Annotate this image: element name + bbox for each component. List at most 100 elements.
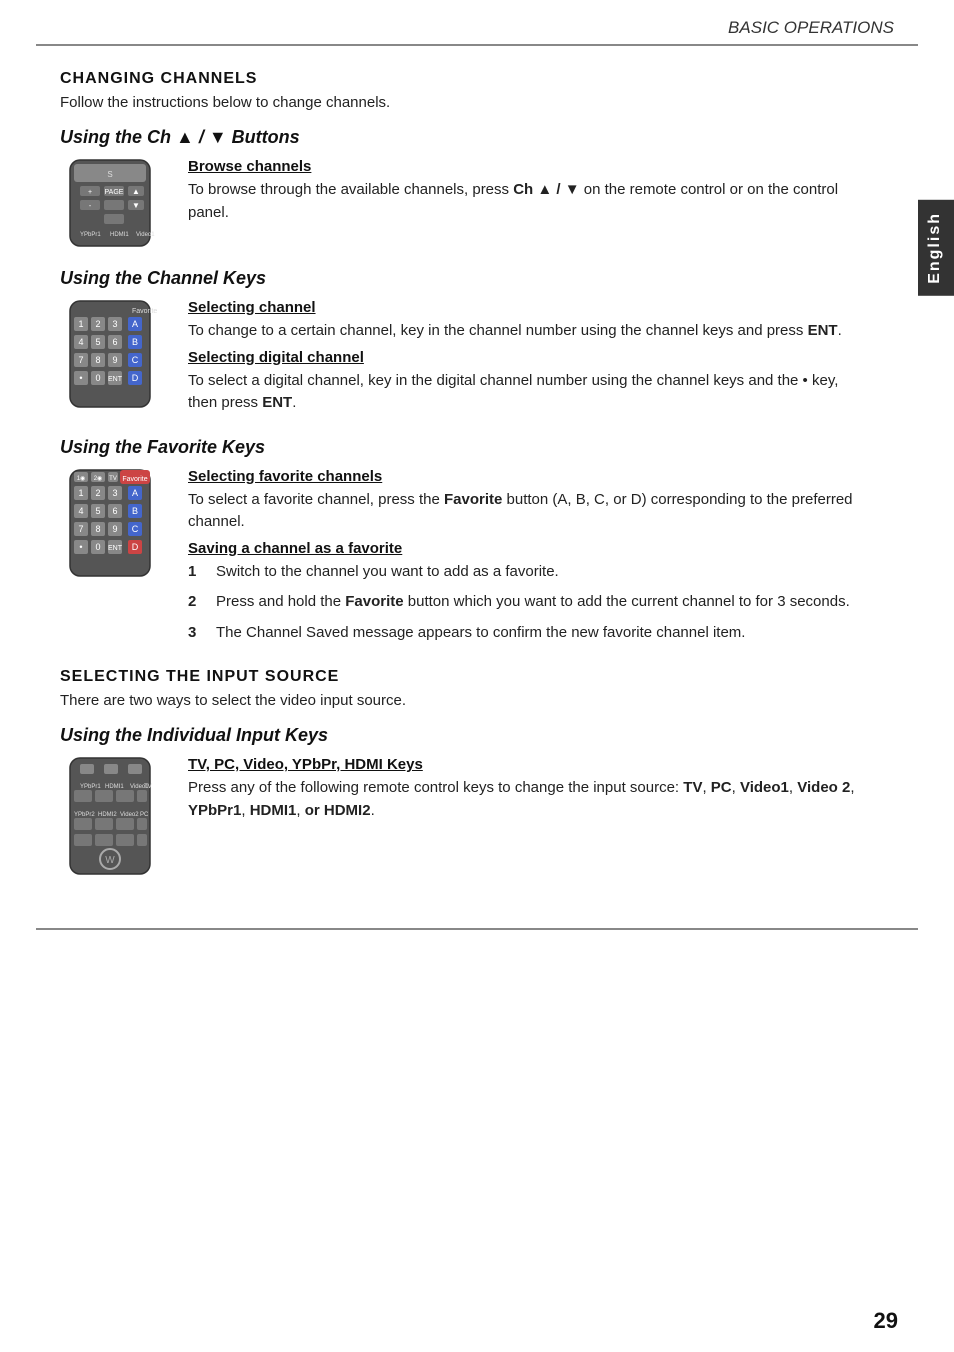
subsection-row-favorite-keys: Favorite 1◉ 2◉ TV 1 2 3 A 4 5	[60, 468, 858, 653]
step-1-num: 1	[188, 561, 216, 584]
svg-text:9: 9	[112, 355, 117, 365]
svg-text:HDMI2: HDMI2	[98, 812, 117, 818]
image-channel-keys: Favorite 1 2 3 A 4 5 6 B 7	[60, 299, 170, 413]
body-selecting-digital-channel: To select a digital channel, key in the …	[188, 370, 858, 415]
svg-text:S: S	[107, 170, 112, 179]
svg-text:4: 4	[78, 337, 83, 347]
svg-text:Video2: Video2	[120, 812, 139, 818]
svg-text:Video1: Video1	[136, 232, 155, 238]
svg-text:0: 0	[95, 373, 100, 383]
svg-text:B: B	[132, 506, 138, 516]
svg-text:HDMI1: HDMI1	[105, 784, 124, 790]
svg-text:D: D	[132, 373, 139, 383]
subsection-title-ch-buttons: Using the Ch ▲ / ▼ Buttons	[60, 127, 858, 148]
svg-text:2: 2	[95, 319, 100, 329]
section-changing-channels: CHANGING CHANNELS Follow the instruction…	[60, 70, 858, 652]
svg-text:•: •	[79, 373, 82, 383]
link-selecting-channel: Selecting channel	[188, 299, 858, 316]
subsection-title-channel-keys: Using the Channel Keys	[60, 268, 858, 289]
svg-text:HDMI1: HDMI1	[110, 232, 129, 238]
link-browse-channels: Browse channels	[188, 158, 858, 175]
svg-text:Favorite: Favorite	[122, 476, 147, 483]
subsection-channel-keys: Using the Channel Keys Favorite 1 2 3 A	[60, 268, 858, 421]
svg-text:▲: ▲	[132, 187, 140, 196]
svg-text:1◉: 1◉	[77, 476, 86, 482]
top-header: BASIC OPERATIONS	[0, 0, 954, 38]
subsection-row-individual-input: YPbPr1 HDMI1 Video1 TV YPbPr2 HDMI2	[60, 756, 858, 880]
step-2-text: Press and hold the Favorite button which…	[216, 591, 850, 614]
svg-text:PC: PC	[140, 812, 149, 818]
body-tv-pc-video-keys: Press any of the following remote contro…	[188, 777, 858, 822]
image-ch-buttons: S + PAGE ▲ -	[60, 158, 170, 252]
svg-text:TV: TV	[144, 784, 152, 790]
content-favorite-keys: Selecting favorite channels To select a …	[188, 468, 858, 653]
content-channel-keys: Selecting channel To change to a certain…	[188, 299, 858, 421]
step-2: 2 Press and hold the Favorite button whi…	[188, 591, 858, 614]
svg-text:2◉: 2◉	[94, 476, 103, 482]
saving-favorite-steps: 1 Switch to the channel you want to add …	[188, 561, 858, 645]
section-selecting-input: SELECTING THE INPUT SOURCE There are two…	[60, 668, 858, 880]
page-number: 29	[874, 1308, 898, 1334]
svg-text:PAGE: PAGE	[105, 189, 124, 196]
favorite-keys-remote-svg: Favorite 1◉ 2◉ TV 1 2 3 A 4 5	[60, 468, 160, 578]
ch-buttons-remote-svg: S + PAGE ▲ -	[60, 158, 160, 248]
svg-text:7: 7	[78, 524, 83, 534]
svg-text:C: C	[132, 524, 139, 534]
link-selecting-favorite-channels: Selecting favorite channels	[188, 468, 858, 485]
body-browse-channels: To browse through the available channels…	[188, 179, 858, 224]
svg-text:9: 9	[112, 524, 117, 534]
subsection-individual-input-keys: Using the Individual Input Keys YPbPr1	[60, 725, 858, 880]
main-content: CHANGING CHANNELS Follow the instruction…	[0, 46, 918, 920]
svg-text:W: W	[105, 855, 115, 866]
step-3-text: The Channel Saved message appears to con…	[216, 622, 745, 645]
svg-text:6: 6	[112, 337, 117, 347]
header-title: BASIC OPERATIONS	[728, 18, 894, 37]
svg-text:ENT: ENT	[108, 376, 123, 383]
channel-keys-remote-svg: Favorite 1 2 3 A 4 5 6 B 7	[60, 299, 160, 409]
svg-text:D: D	[132, 542, 139, 552]
svg-text:Favorite: Favorite	[132, 308, 157, 315]
svg-text:A: A	[132, 488, 138, 498]
svg-text:1: 1	[78, 319, 83, 329]
svg-text:8: 8	[95, 355, 100, 365]
subsection-title-individual-input: Using the Individual Input Keys	[60, 725, 858, 746]
subsection-ch-buttons: Using the Ch ▲ / ▼ Buttons S +	[60, 127, 858, 252]
svg-text:5: 5	[95, 506, 100, 516]
svg-text:5: 5	[95, 337, 100, 347]
svg-text:C: C	[132, 355, 139, 365]
svg-text:TV: TV	[109, 476, 117, 482]
body-selecting-channel: To change to a certain channel, key in t…	[188, 320, 858, 343]
bottom-rule	[36, 928, 918, 930]
svg-text:+: +	[88, 189, 92, 196]
svg-text:•: •	[79, 542, 82, 552]
svg-text:7: 7	[78, 355, 83, 365]
svg-text:1: 1	[78, 488, 83, 498]
subsection-title-favorite-keys: Using the Favorite Keys	[60, 437, 858, 458]
svg-text:ENT: ENT	[108, 545, 123, 552]
section-title-selecting-input: SELECTING THE INPUT SOURCE	[60, 668, 858, 686]
section-intro-changing-channels: Follow the instructions below to change …	[60, 94, 858, 111]
svg-text:A: A	[132, 319, 138, 329]
side-tab-english: English	[918, 200, 954, 296]
svg-text:B: B	[132, 337, 138, 347]
svg-text:0: 0	[95, 542, 100, 552]
content-ch-buttons: Browse channels To browse through the av…	[188, 158, 858, 230]
section-intro-selecting-input: There are two ways to select the video i…	[60, 692, 858, 709]
step-2-num: 2	[188, 591, 216, 614]
step-1: 1 Switch to the channel you want to add …	[188, 561, 858, 584]
subsection-row-ch-buttons: S + PAGE ▲ -	[60, 158, 858, 252]
input-keys-remote-svg: YPbPr1 HDMI1 Video1 TV YPbPr2 HDMI2	[60, 756, 160, 876]
link-tv-pc-video-keys: TV, PC, Video, YPbPr, HDMI Keys	[188, 756, 858, 773]
step-3-num: 3	[188, 622, 216, 645]
page-wrapper: English BASIC OPERATIONS CHANGING CHANNE…	[0, 0, 954, 1352]
body-selecting-favorite-channels: To select a favorite channel, press the …	[188, 489, 858, 534]
step-1-text: Switch to the channel you want to add as…	[216, 561, 559, 584]
image-favorite-keys: Favorite 1◉ 2◉ TV 1 2 3 A 4 5	[60, 468, 170, 582]
svg-text:3: 3	[112, 488, 117, 498]
image-individual-input: YPbPr1 HDMI1 Video1 TV YPbPr2 HDMI2	[60, 756, 170, 880]
content-individual-input: TV, PC, Video, YPbPr, HDMI Keys Press an…	[188, 756, 858, 828]
step-3: 3 The Channel Saved message appears to c…	[188, 622, 858, 645]
svg-text:3: 3	[112, 319, 117, 329]
section-title-changing-channels: CHANGING CHANNELS	[60, 70, 858, 88]
svg-text:YPbPr1: YPbPr1	[80, 232, 101, 238]
